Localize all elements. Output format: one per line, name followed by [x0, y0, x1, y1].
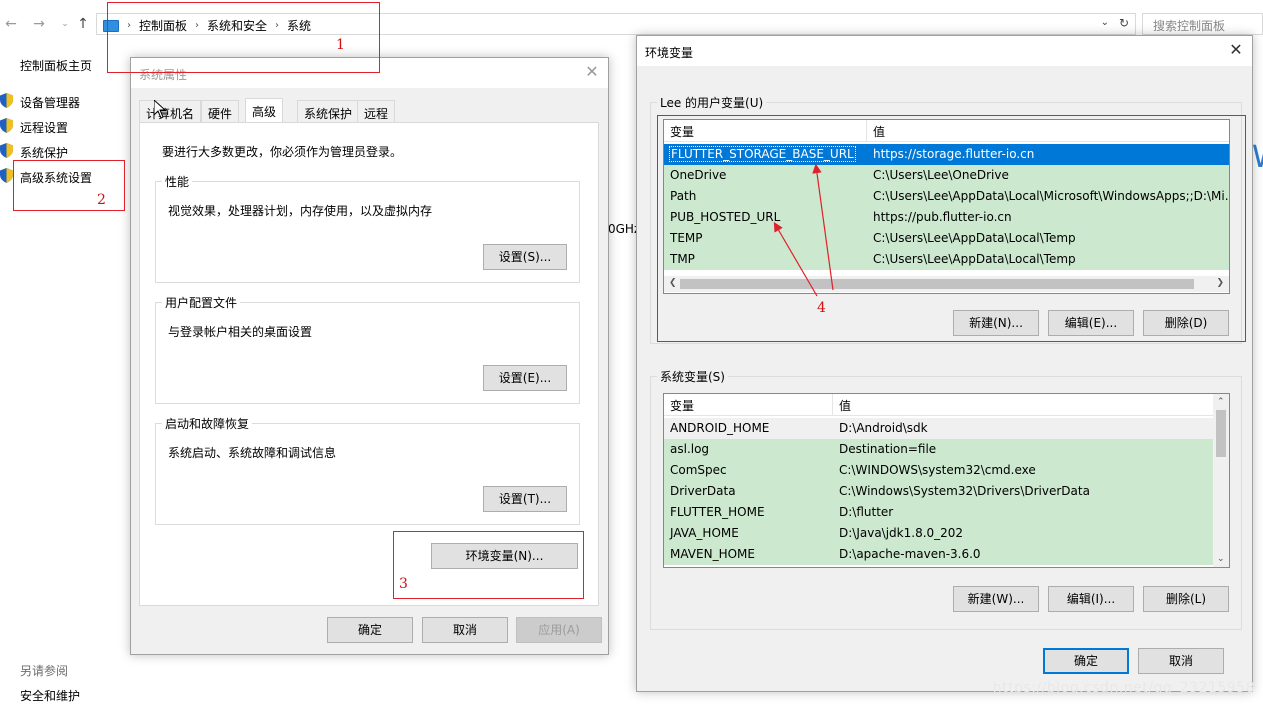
watermark: https://blog.csdn.net/qq_23215958 [992, 680, 1255, 696]
annotation-arrow [812, 163, 834, 291]
annotation-arrows [773, 163, 834, 297]
annotation-arrow [773, 221, 818, 297]
